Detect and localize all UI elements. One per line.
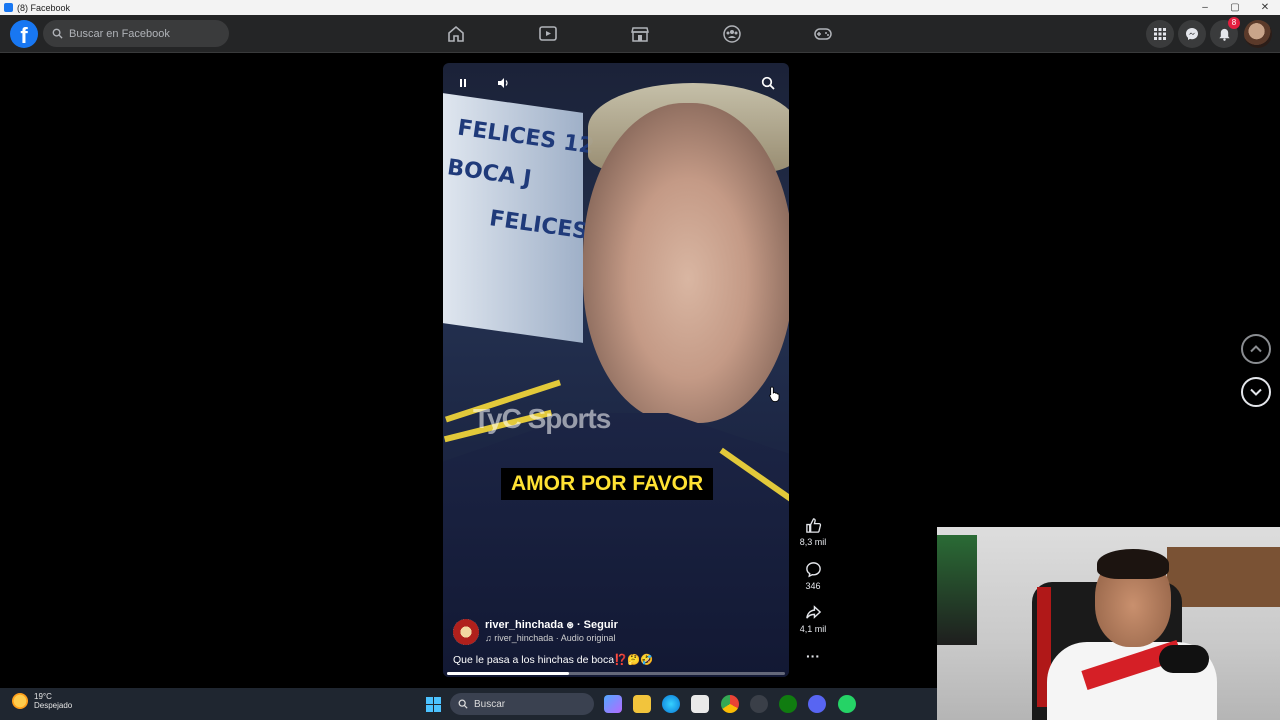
video-progress-bar[interactable] xyxy=(447,672,785,675)
more-options-button[interactable]: ··· xyxy=(797,648,829,664)
like-button[interactable]: 8,3 mil xyxy=(797,517,829,547)
volume-button[interactable] xyxy=(493,73,513,93)
home-icon[interactable] xyxy=(446,24,466,44)
search-icon xyxy=(761,76,775,90)
volume-icon xyxy=(498,78,508,88)
video-search-button[interactable] xyxy=(758,73,778,93)
search-placeholder: Buscar en Facebook xyxy=(69,27,170,40)
close-button[interactable]: ✕ xyxy=(1250,0,1280,15)
post-author: river_hinchada ⊛ · Seguir ♫ river_hincha… xyxy=(453,619,618,645)
share-count: 4,1 mil xyxy=(799,624,827,634)
windows-taskbar: 19°C Despejado Buscar xyxy=(0,688,937,720)
pause-button[interactable] xyxy=(453,73,473,93)
weather-widget[interactable]: 19°C Despejado xyxy=(12,692,72,710)
minimize-button[interactable]: – xyxy=(1190,0,1220,15)
microsoft-store-icon[interactable] xyxy=(691,695,709,713)
webcam-overlay xyxy=(937,527,1280,720)
chevron-down-icon xyxy=(1250,388,1262,396)
reel-video[interactable]: FELICES 12 BOCA J FELICES TyC Sports AMO… xyxy=(443,63,789,677)
profile-avatar[interactable] xyxy=(1244,20,1272,48)
author-name[interactable]: river_hinchada xyxy=(485,619,563,631)
previous-reel-button[interactable] xyxy=(1241,334,1271,364)
music-note-icon: ♫ xyxy=(485,633,492,643)
notifications-button[interactable]: 8 xyxy=(1210,17,1240,48)
comment-icon xyxy=(805,562,821,578)
facebook-topbar: f Buscar en Facebook 8 xyxy=(0,15,1280,53)
gaming-icon[interactable] xyxy=(813,24,833,44)
marketplace-icon[interactable] xyxy=(630,24,650,44)
post-caption: Que le pasa a los hinchas de boca⁉️🤔🤣 xyxy=(453,654,654,666)
like-count: 8,3 mil xyxy=(799,537,827,547)
window-titlebar: (8) Facebook – ▢ ✕ xyxy=(0,0,1280,15)
weather-description: Despejado xyxy=(34,701,73,710)
webcam-shelf xyxy=(1167,547,1280,607)
webcam-wall-flag xyxy=(937,535,977,645)
hand-cursor-icon xyxy=(769,386,780,402)
bell-icon xyxy=(1218,28,1230,41)
maximize-button[interactable]: ▢ xyxy=(1220,0,1250,15)
chrome-browser-icon[interactable] xyxy=(721,695,739,713)
more-options-icon: ··· xyxy=(806,648,820,664)
xbox-icon[interactable] xyxy=(779,695,797,713)
facebook-logo-icon[interactable]: f xyxy=(10,20,38,48)
edge-browser-icon[interactable] xyxy=(662,695,680,713)
window-title: (8) Facebook xyxy=(17,2,71,13)
video-person-face xyxy=(583,103,789,423)
chevron-up-icon xyxy=(1250,345,1262,353)
video-progress-fill xyxy=(447,672,569,675)
verified-icon: ⊛ xyxy=(566,620,574,630)
discord-icon[interactable] xyxy=(808,695,826,713)
next-reel-button[interactable] xyxy=(1241,377,1271,407)
file-explorer-icon[interactable] xyxy=(633,695,651,713)
webcam-person-hair xyxy=(1097,549,1169,579)
taskbar-search[interactable]: Buscar xyxy=(450,693,594,715)
messenger-icon xyxy=(1186,28,1198,40)
messenger-button[interactable] xyxy=(1178,20,1206,48)
grid-menu-icon xyxy=(1154,28,1166,40)
thumbs-up-icon xyxy=(805,518,821,533)
comment-count: 346 xyxy=(805,581,821,591)
groups-icon[interactable] xyxy=(722,24,742,44)
taskbar-search-label: Buscar xyxy=(474,698,506,710)
comment-button[interactable]: 346 xyxy=(797,561,829,591)
tyc-sports-watermark: TyC Sports xyxy=(473,403,611,434)
webcam-microphone xyxy=(1159,645,1209,673)
notifications-count-badge: 8 xyxy=(1228,17,1240,29)
menu-button[interactable] xyxy=(1146,20,1174,48)
facebook-mini-icon xyxy=(4,3,13,12)
obs-studio-icon[interactable] xyxy=(750,695,768,713)
author-avatar[interactable] xyxy=(453,619,479,645)
video-subtitle: AMOR POR FAVOR xyxy=(501,468,714,500)
search-input[interactable]: Buscar en Facebook xyxy=(43,20,229,47)
share-icon xyxy=(805,605,821,619)
weather-temperature: 19°C xyxy=(34,692,52,701)
window-controls: – ▢ ✕ xyxy=(1190,0,1280,15)
search-icon xyxy=(458,699,468,709)
windows-start-icon[interactable] xyxy=(426,697,441,712)
search-icon xyxy=(52,28,63,39)
follow-link[interactable]: · Seguir xyxy=(577,619,618,631)
weather-sun-icon xyxy=(12,693,28,709)
audio-label[interactable]: river_hinchada · Audio original xyxy=(494,633,615,643)
whatsapp-icon[interactable] xyxy=(838,695,856,713)
video-icon[interactable] xyxy=(538,24,558,44)
copilot-icon[interactable] xyxy=(604,695,622,713)
pause-icon xyxy=(460,79,466,87)
share-button[interactable]: 4,1 mil xyxy=(797,604,829,634)
